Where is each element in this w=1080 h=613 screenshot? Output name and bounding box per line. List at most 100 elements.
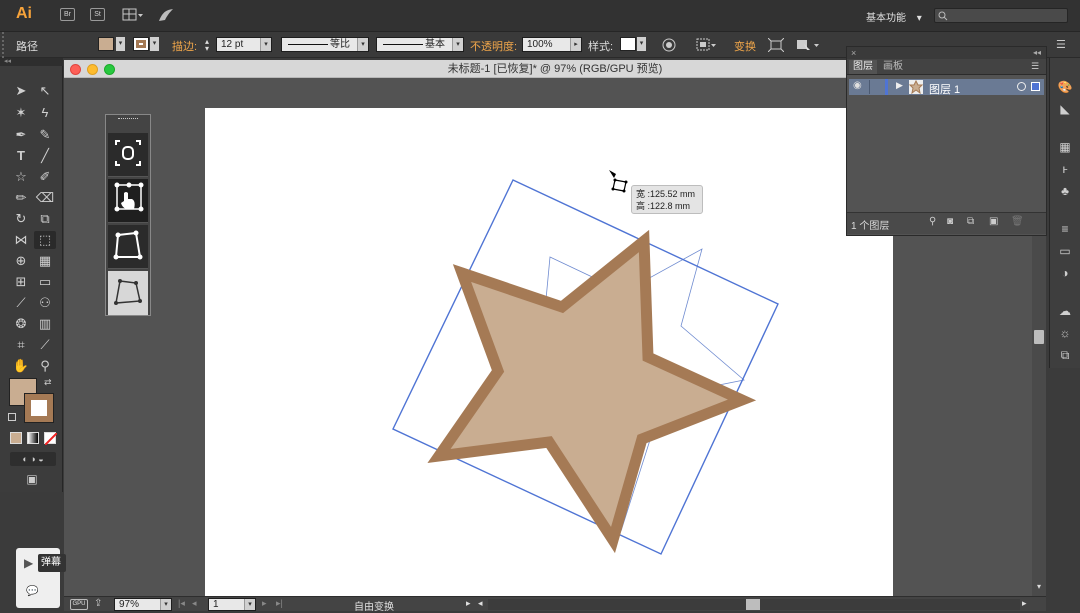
star-tool-icon[interactable]: ☆ <box>10 168 32 186</box>
opacity-field[interactable]: 100% ▸ <box>522 37 582 52</box>
tools-collapse-icon[interactable]: ◂◂ <box>0 58 63 66</box>
fill-color-swatch[interactable] <box>98 37 114 51</box>
widget-grip[interactable] <box>118 118 138 122</box>
lock-toggle[interactable] <box>869 80 883 94</box>
layer-row[interactable]: ◉ ▶ 图层 1 <box>849 79 1044 97</box>
chevron-down-icon[interactable]: ▾ <box>357 38 368 51</box>
chevron-down-icon[interactable]: ▾ <box>452 38 463 51</box>
slice-tool-icon[interactable]: ⟋ <box>34 336 56 354</box>
chevron-down-icon[interactable]: ▾ <box>260 38 271 51</box>
share-icon[interactable]: ⇪ <box>94 598 108 610</box>
hand-tool-icon[interactable]: ✋ <box>10 357 32 375</box>
curvature-tool-icon[interactable]: ✎ <box>34 126 56 144</box>
variable-width-profile-dropdown[interactable]: 等比 ▾ <box>281 37 369 52</box>
chevron-right-icon[interactable]: ▸ <box>570 38 581 51</box>
search-input[interactable] <box>934 8 1068 23</box>
screen-mode-icon[interactable]: ▣ <box>22 472 42 486</box>
gradient-tool-icon[interactable]: ▭ <box>34 273 56 291</box>
new-layer-icon[interactable]: ▣ <box>989 216 998 227</box>
symbol-sprayer-tool-icon[interactable]: ❂ <box>10 315 32 333</box>
lasso-tool-icon[interactable]: ϟ <box>34 104 56 122</box>
horizontal-scroll-thumb[interactable] <box>746 599 760 610</box>
type-tool-icon[interactable]: T <box>10 147 32 165</box>
zoom-level-field[interactable]: 97% ▾ <box>114 598 172 611</box>
draw-modes-icon[interactable]: ◐ ◑ ◒ <box>10 452 56 466</box>
creative-cloud-libraries-icon[interactable]: ☁ <box>1057 304 1073 318</box>
eraser-tool-icon[interactable]: ⌫ <box>34 189 56 207</box>
expand-triangle-icon[interactable]: ▶ <box>896 80 903 91</box>
constrain-button[interactable] <box>108 133 148 177</box>
chevron-down-icon[interactable]: ▾ <box>244 599 255 610</box>
panel-menu-icon[interactable]: ☰ <box>1056 38 1072 52</box>
chevron-down-icon[interactable]: ▾ <box>150 37 159 51</box>
perspective-grid-tool-icon[interactable]: ▦ <box>34 252 56 270</box>
transform-label[interactable]: 变换 <box>734 38 756 54</box>
symbols-icon[interactable]: ♣ <box>1057 184 1073 198</box>
blend-tool-icon[interactable]: ⚇ <box>34 294 56 312</box>
perspective-distort-button[interactable] <box>108 225 148 269</box>
shape-builder-tool-icon[interactable]: ⊕ <box>10 252 32 270</box>
new-sublayer-icon[interactable]: ⧉ <box>967 216 974 227</box>
scroll-right-icon[interactable]: ▸ <box>1022 598 1027 609</box>
previous-artboard-icon[interactable]: ◂ <box>192 598 197 609</box>
color-mode-icon[interactable] <box>10 432 22 444</box>
pen-tool-icon[interactable]: ✒ <box>10 126 32 144</box>
rotate-tool-icon[interactable]: ↻ <box>10 210 32 228</box>
tab-artboards[interactable]: 画板 <box>879 60 907 74</box>
scroll-down-icon[interactable]: ▾ <box>1034 582 1044 592</box>
gradient-mode-icon[interactable] <box>27 432 39 444</box>
danmaku-label[interactable]: 弹幕 <box>38 554 66 572</box>
artboard-tool-icon[interactable]: ⌗ <box>10 336 32 354</box>
comment-icon[interactable]: 💬 <box>26 586 38 597</box>
scale-tool-icon[interactable]: ⧉ <box>34 210 56 228</box>
brush-definition-dropdown[interactable]: 基本 ▾ <box>376 37 464 52</box>
free-transform-button[interactable] <box>108 179 148 223</box>
tab-layers[interactable]: 图层 <box>849 60 877 74</box>
chevron-down-icon[interactable]: ▾ <box>160 599 171 610</box>
play-icon[interactable]: ▶ <box>24 556 33 570</box>
selection-tool-icon[interactable]: ➤ <box>10 82 32 100</box>
stock-button[interactable]: St <box>90 8 105 21</box>
stroke-panel-icon[interactable]: ≡ <box>1057 222 1073 236</box>
asset-export-icon[interactable]: ⧉ <box>1057 348 1073 362</box>
pencil-tool-icon[interactable]: ✏ <box>10 189 32 207</box>
zoom-tool-icon[interactable]: ⚲ <box>34 357 56 375</box>
next-artboard-icon[interactable]: ▸ <box>262 598 267 609</box>
mesh-tool-icon[interactable]: ⊞ <box>10 273 32 291</box>
transparency-icon[interactable]: ◑ <box>1057 266 1073 280</box>
free-transform-tool-icon[interactable]: ⬚ <box>34 231 56 249</box>
trash-icon[interactable]: 🗑 <box>1011 216 1024 227</box>
recolor-artwork-icon[interactable] <box>662 38 676 52</box>
color-palette-icon[interactable]: 🎨 <box>1057 80 1073 94</box>
width-tool-icon[interactable]: ⋈ <box>10 231 32 249</box>
control-bar-grip[interactable] <box>2 32 8 58</box>
workspace-switcher[interactable]: 基本功能 ▾ <box>866 9 922 24</box>
chevron-down-icon[interactable]: ▾ <box>116 37 125 51</box>
graphic-style-swatch[interactable] <box>620 37 636 51</box>
vertical-scroll-thumb[interactable] <box>1034 330 1044 344</box>
layers-panel-header[interactable]: × ◂◂ <box>847 47 1046 59</box>
chevron-down-icon[interactable]: ▾ <box>637 37 646 51</box>
bridge-button[interactable]: Br <box>60 8 75 21</box>
visibility-eye-icon[interactable]: ◉ <box>853 80 862 91</box>
isolate-object-icon[interactable] <box>767 37 785 53</box>
column-graph-tool-icon[interactable]: ▥ <box>34 315 56 333</box>
target-circle-icon[interactable] <box>1017 82 1026 91</box>
collapse-panel-icon[interactable]: ◂◂ <box>1033 47 1041 59</box>
gradient-panel-icon[interactable]: ▭ <box>1057 244 1073 258</box>
magic-wand-tool-icon[interactable]: ✶ <box>10 104 32 122</box>
swatches-icon[interactable]: ▦ <box>1057 140 1073 154</box>
eyedropper-tool-icon[interactable]: ⟋ <box>10 294 32 312</box>
none-mode-icon[interactable] <box>44 432 57 445</box>
panel-menu-icon[interactable]: ☰ <box>1031 61 1039 72</box>
stepper-arrows-icon[interactable]: ▴ ▾ <box>205 38 215 53</box>
make-clipping-mask-icon[interactable]: ◙ <box>947 216 953 227</box>
layer-name[interactable]: 图层 1 <box>929 81 960 97</box>
stroke-label[interactable]: 描边: <box>172 38 197 54</box>
opacity-label[interactable]: 不透明度: <box>470 38 517 54</box>
artboard-number-field[interactable]: 1 ▾ <box>208 598 256 611</box>
status-menu-icon[interactable]: ▸ <box>466 598 471 609</box>
arrange-documents-icon[interactable] <box>122 8 144 22</box>
selection-indicator[interactable] <box>1031 82 1040 91</box>
close-panel-icon[interactable]: × <box>851 47 856 59</box>
